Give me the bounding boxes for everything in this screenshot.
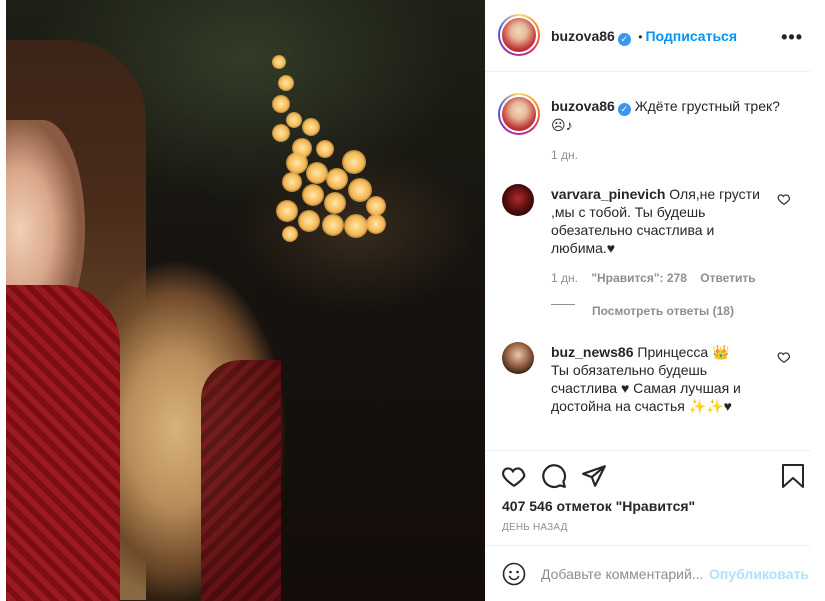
bokeh-light — [366, 196, 386, 216]
bokeh-light — [286, 152, 308, 174]
more-options-icon[interactable]: ••• — [781, 27, 803, 48]
smiley-icon[interactable] — [502, 562, 526, 586]
comment-meta: 1 дн. "Нравится": 278 Ответить — [551, 271, 756, 285]
bokeh-light — [344, 214, 368, 238]
heart-icon[interactable] — [501, 463, 527, 489]
red-sweater-shoulder — [201, 360, 281, 601]
comment-box-divider — [485, 545, 810, 546]
author-avatar[interactable] — [498, 14, 540, 56]
bokeh-light — [286, 112, 302, 128]
dot-separator: • — [638, 30, 643, 44]
caption-avatar[interactable] — [498, 93, 540, 135]
caption-username[interactable]: buzova86 — [551, 98, 615, 114]
bokeh-light — [324, 192, 346, 214]
bokeh-light — [272, 95, 290, 113]
caption-timestamp[interactable]: 1 дн. — [551, 148, 578, 162]
comment-like-heart-icon[interactable] — [777, 192, 791, 206]
bokeh-light — [276, 200, 298, 222]
post-header: buzova86 ✓ • Подписаться ••• — [485, 0, 810, 72]
caption-text: buzova86 ✓ Ждёте грустный трек? ☹♪ — [551, 97, 791, 134]
bokeh-light — [302, 118, 320, 136]
post-photo[interactable] — [6, 0, 485, 601]
bokeh-light — [342, 150, 366, 174]
view-replies-button[interactable]: Посмотреть ответы (18) — [592, 304, 734, 318]
comment-likes-count[interactable]: "Нравится": 278 — [591, 271, 687, 285]
bokeh-light — [302, 184, 324, 206]
bokeh-light — [306, 162, 328, 184]
post-side-panel: buzova86 ✓ • Подписаться ••• buzova86 ✓ Ждё… — [485, 0, 810, 601]
header-line: buzova86 ✓ • Подписаться — [551, 28, 737, 46]
bokeh-light — [272, 124, 290, 142]
publish-button[interactable]: Опубликовать — [709, 566, 809, 582]
follow-button[interactable]: Подписаться — [645, 28, 737, 44]
comment-item: buz_news86 Принцесса 👑 Ты обязательно бу… — [551, 343, 746, 415]
red-sweater — [6, 285, 120, 601]
bookmark-icon[interactable] — [781, 463, 805, 489]
caption-body: Ждёте грустный трек? — [634, 98, 780, 114]
comment-item: varvara_pinevich Оля,не грусти ,мы с тоб… — [551, 185, 761, 257]
commenter-avatar[interactable] — [502, 184, 534, 216]
bokeh-light — [298, 210, 320, 232]
bokeh-light — [366, 214, 386, 234]
comment-username[interactable]: buz_news86 — [551, 344, 633, 360]
comment-like-heart-icon[interactable] — [777, 350, 791, 364]
verified-badge-icon: ✓ — [617, 103, 631, 116]
comment-username[interactable]: varvara_pinevich — [551, 186, 665, 202]
bokeh-light — [322, 214, 344, 236]
bokeh-light — [326, 168, 348, 190]
reply-button[interactable]: Ответить — [700, 271, 755, 285]
bokeh-light — [278, 75, 294, 91]
bokeh-light — [282, 172, 302, 192]
likes-count[interactable]: 407 546 отметок "Нравится" — [502, 498, 695, 514]
post-time-ago: ДЕНЬ НАЗАД — [502, 522, 568, 533]
replies-line — [551, 304, 575, 305]
author-username[interactable]: buzova86 — [551, 28, 615, 44]
bokeh-light — [282, 226, 298, 242]
actions-divider — [485, 450, 810, 451]
caption-emoji: ☹♪ — [551, 117, 573, 133]
comment-input[interactable]: Добавьте комментарий... — [541, 566, 703, 582]
share-icon[interactable] — [581, 463, 607, 489]
bokeh-light — [316, 140, 334, 158]
right-page-gutter — [810, 0, 825, 601]
comment-time[interactable]: 1 дн. — [551, 271, 578, 285]
commenter-avatar[interactable] — [502, 342, 534, 374]
comment-icon[interactable] — [541, 463, 567, 489]
verified-badge-icon: ✓ — [617, 33, 631, 46]
bokeh-light — [272, 55, 286, 69]
